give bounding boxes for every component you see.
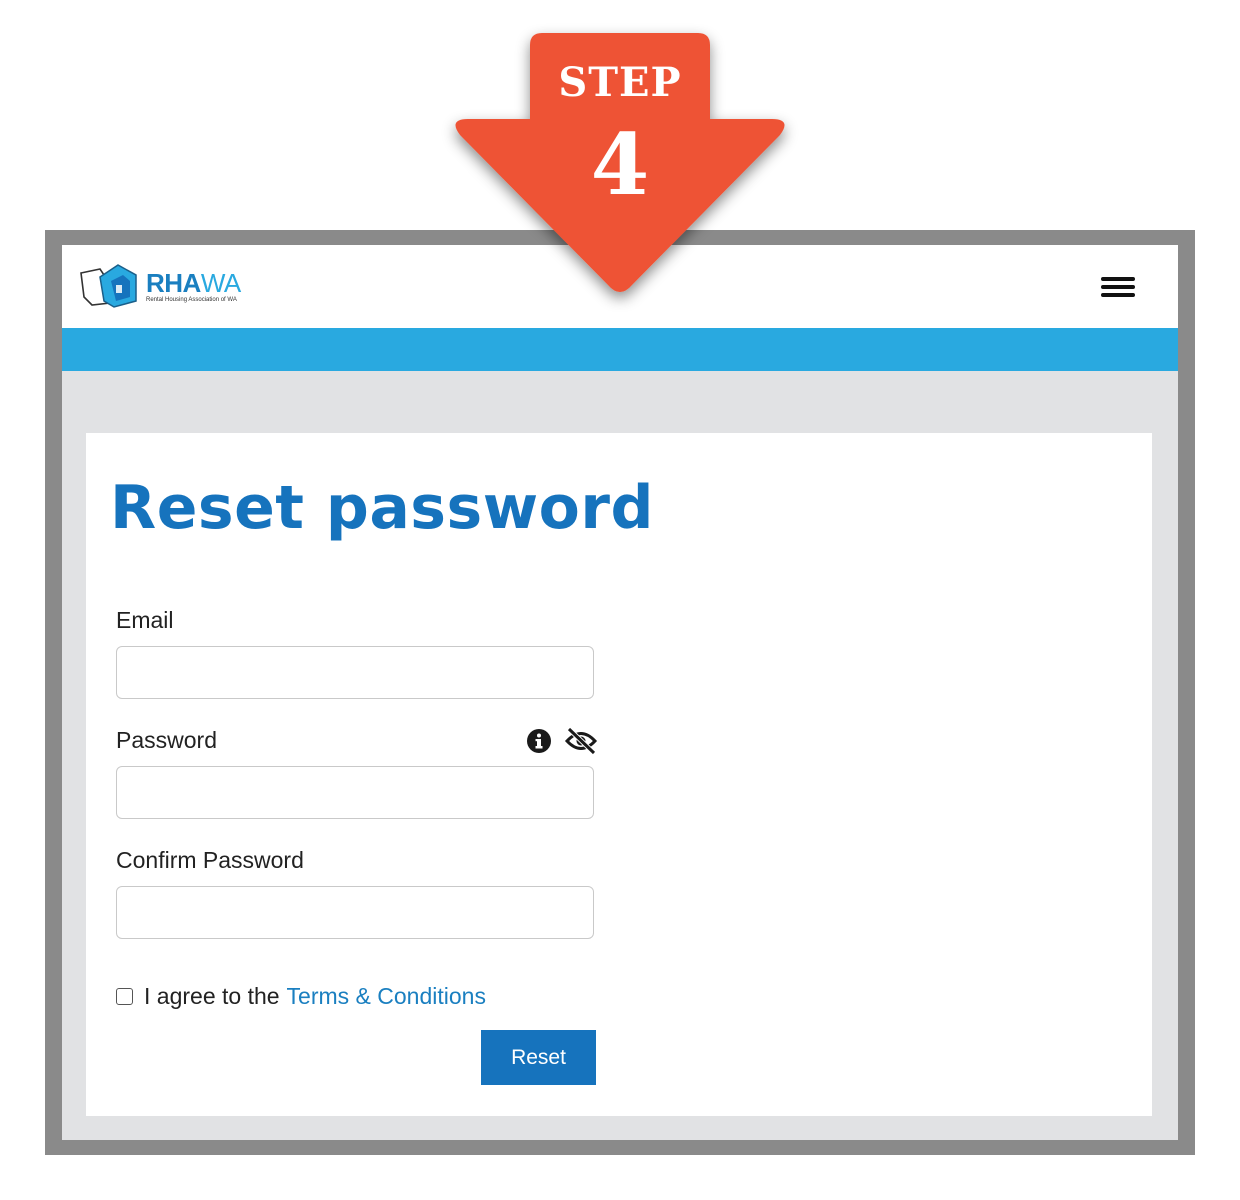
reset-button[interactable]: Reset	[481, 1030, 596, 1085]
confirm-password-field[interactable]	[116, 886, 594, 939]
menu-line	[1101, 285, 1135, 289]
email-label: Email	[116, 607, 174, 633]
logo-wa: WA	[200, 267, 241, 298]
hamburger-icon[interactable]	[1098, 273, 1138, 301]
info-icon[interactable]	[526, 728, 552, 754]
logo-wordmark: RHAWA	[146, 270, 241, 296]
agree-text: I agree to the	[144, 983, 280, 1009]
accent-bar	[62, 328, 1178, 371]
page-title: Reset password	[110, 473, 654, 543]
password-icons	[526, 727, 598, 755]
logo-text: RHAWA Rental Housing Association of WA	[146, 270, 241, 303]
logo-rha: RHA	[146, 267, 201, 298]
menu-line	[1101, 293, 1135, 297]
step-label: STEP	[558, 59, 682, 106]
step-arrow-badge: STEP 4	[430, 15, 810, 315]
rhawa-logo[interactable]: RHAWA Rental Housing Association of WA	[78, 259, 268, 313]
terms-conditions-link[interactable]: Terms & Conditions	[287, 983, 486, 1010]
reset-password-card: Reset password Email Password Confirm Pa…	[86, 433, 1152, 1116]
terms-agreement: I agree to the Terms & Conditions	[116, 983, 486, 1010]
email-field[interactable]	[116, 646, 594, 699]
logo-subtitle: Rental Housing Association of WA	[146, 296, 237, 303]
house-state-logo-icon	[80, 264, 137, 308]
password-field[interactable]	[116, 766, 594, 819]
confirm-password-label: Confirm Password	[116, 847, 304, 873]
agree-checkbox[interactable]	[116, 988, 133, 1005]
eye-slash-icon[interactable]	[564, 727, 598, 755]
password-label: Password	[116, 727, 217, 753]
step-number: 4	[590, 115, 650, 214]
browser-viewport: RHAWA Rental Housing Association of WA R…	[62, 245, 1178, 1140]
menu-line	[1101, 277, 1135, 281]
